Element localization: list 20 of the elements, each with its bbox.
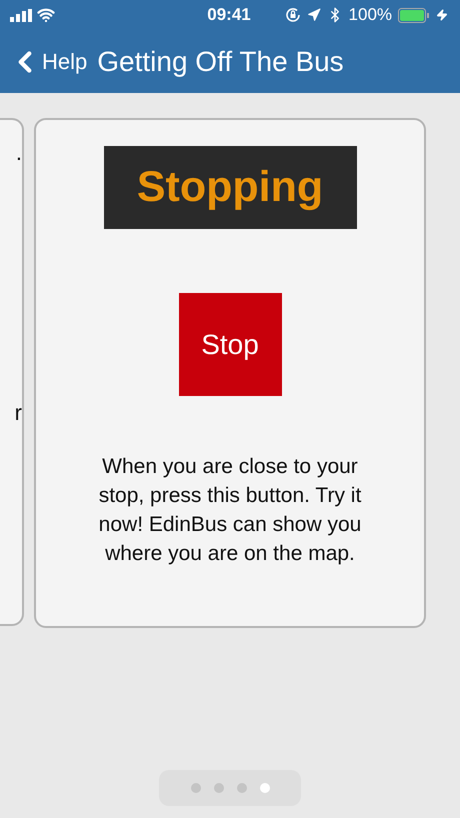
card-text: r: [14, 402, 22, 424]
location-arrow-icon: [306, 8, 321, 22]
previous-card[interactable]: . r: [0, 118, 24, 626]
page-dot[interactable]: [190, 783, 200, 793]
charging-icon: [436, 9, 448, 21]
stop-button[interactable]: Stop: [178, 293, 282, 396]
back-button[interactable]: Help: [8, 44, 88, 78]
screen-title: Getting Off The Bus: [97, 46, 344, 78]
rotation-lock-icon: [284, 7, 301, 23]
page-dot[interactable]: [214, 783, 224, 793]
page-dot[interactable]: [236, 783, 246, 793]
page-dot[interactable]: [260, 783, 270, 793]
help-text: When you are close to your stop, press this button. Try it now! EdinBus can show you where you are on the map.: [98, 454, 362, 567]
stopping-sign: Stopping: [104, 146, 356, 229]
card-text: .: [16, 142, 22, 164]
wifi-icon: [37, 6, 55, 24]
battery-percentage: 100%: [348, 5, 392, 25]
battery-icon: [398, 8, 430, 22]
signal-icon: [10, 8, 32, 22]
status-time: 09:41: [207, 5, 251, 25]
